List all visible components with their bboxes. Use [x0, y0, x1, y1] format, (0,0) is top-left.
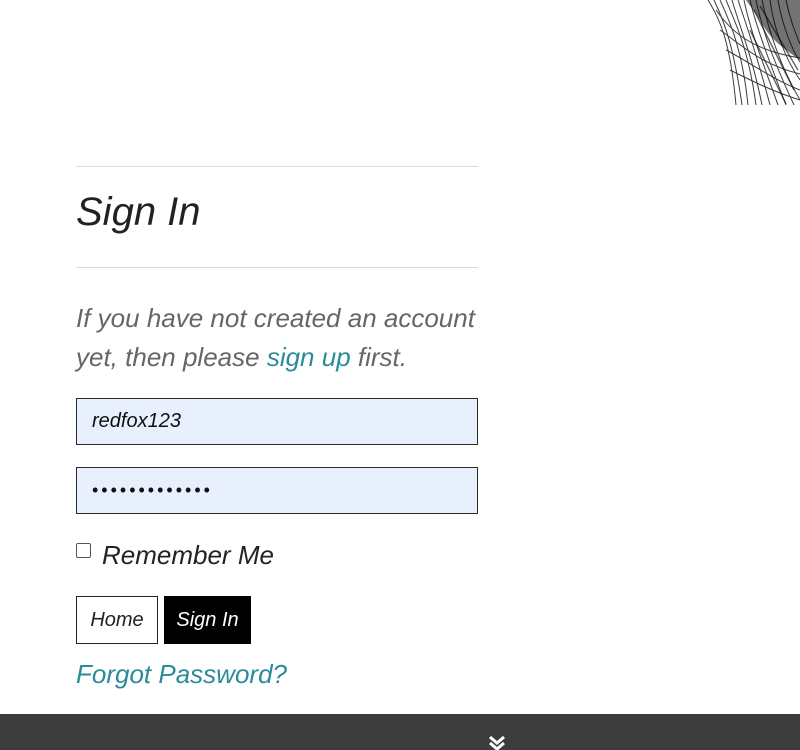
signup-link[interactable]: sign up [267, 342, 351, 372]
header-artwork-image [707, 0, 800, 105]
page: Sign In If you have not created an accou… [0, 0, 800, 750]
intro-suffix: first. [350, 342, 407, 372]
footer-bar [0, 714, 800, 750]
intro-text: If you have not created an account yet, … [76, 299, 478, 377]
divider-bottom [76, 267, 478, 268]
forgot-password-link[interactable]: Forgot Password? [76, 655, 287, 693]
remember-me-checkbox[interactable] [76, 542, 91, 558]
chevron-down-icon[interactable] [487, 736, 507, 750]
remember-me-label[interactable]: Remember Me [102, 538, 274, 572]
password-input[interactable]: ••••••••••••• [76, 467, 478, 514]
signin-button[interactable]: Sign In [164, 596, 251, 644]
home-button[interactable]: Home [76, 596, 158, 644]
remember-me-row[interactable]: Remember Me [76, 538, 274, 572]
divider-top [76, 166, 478, 167]
page-title: Sign In [76, 190, 201, 234]
username-input[interactable] [76, 398, 478, 445]
